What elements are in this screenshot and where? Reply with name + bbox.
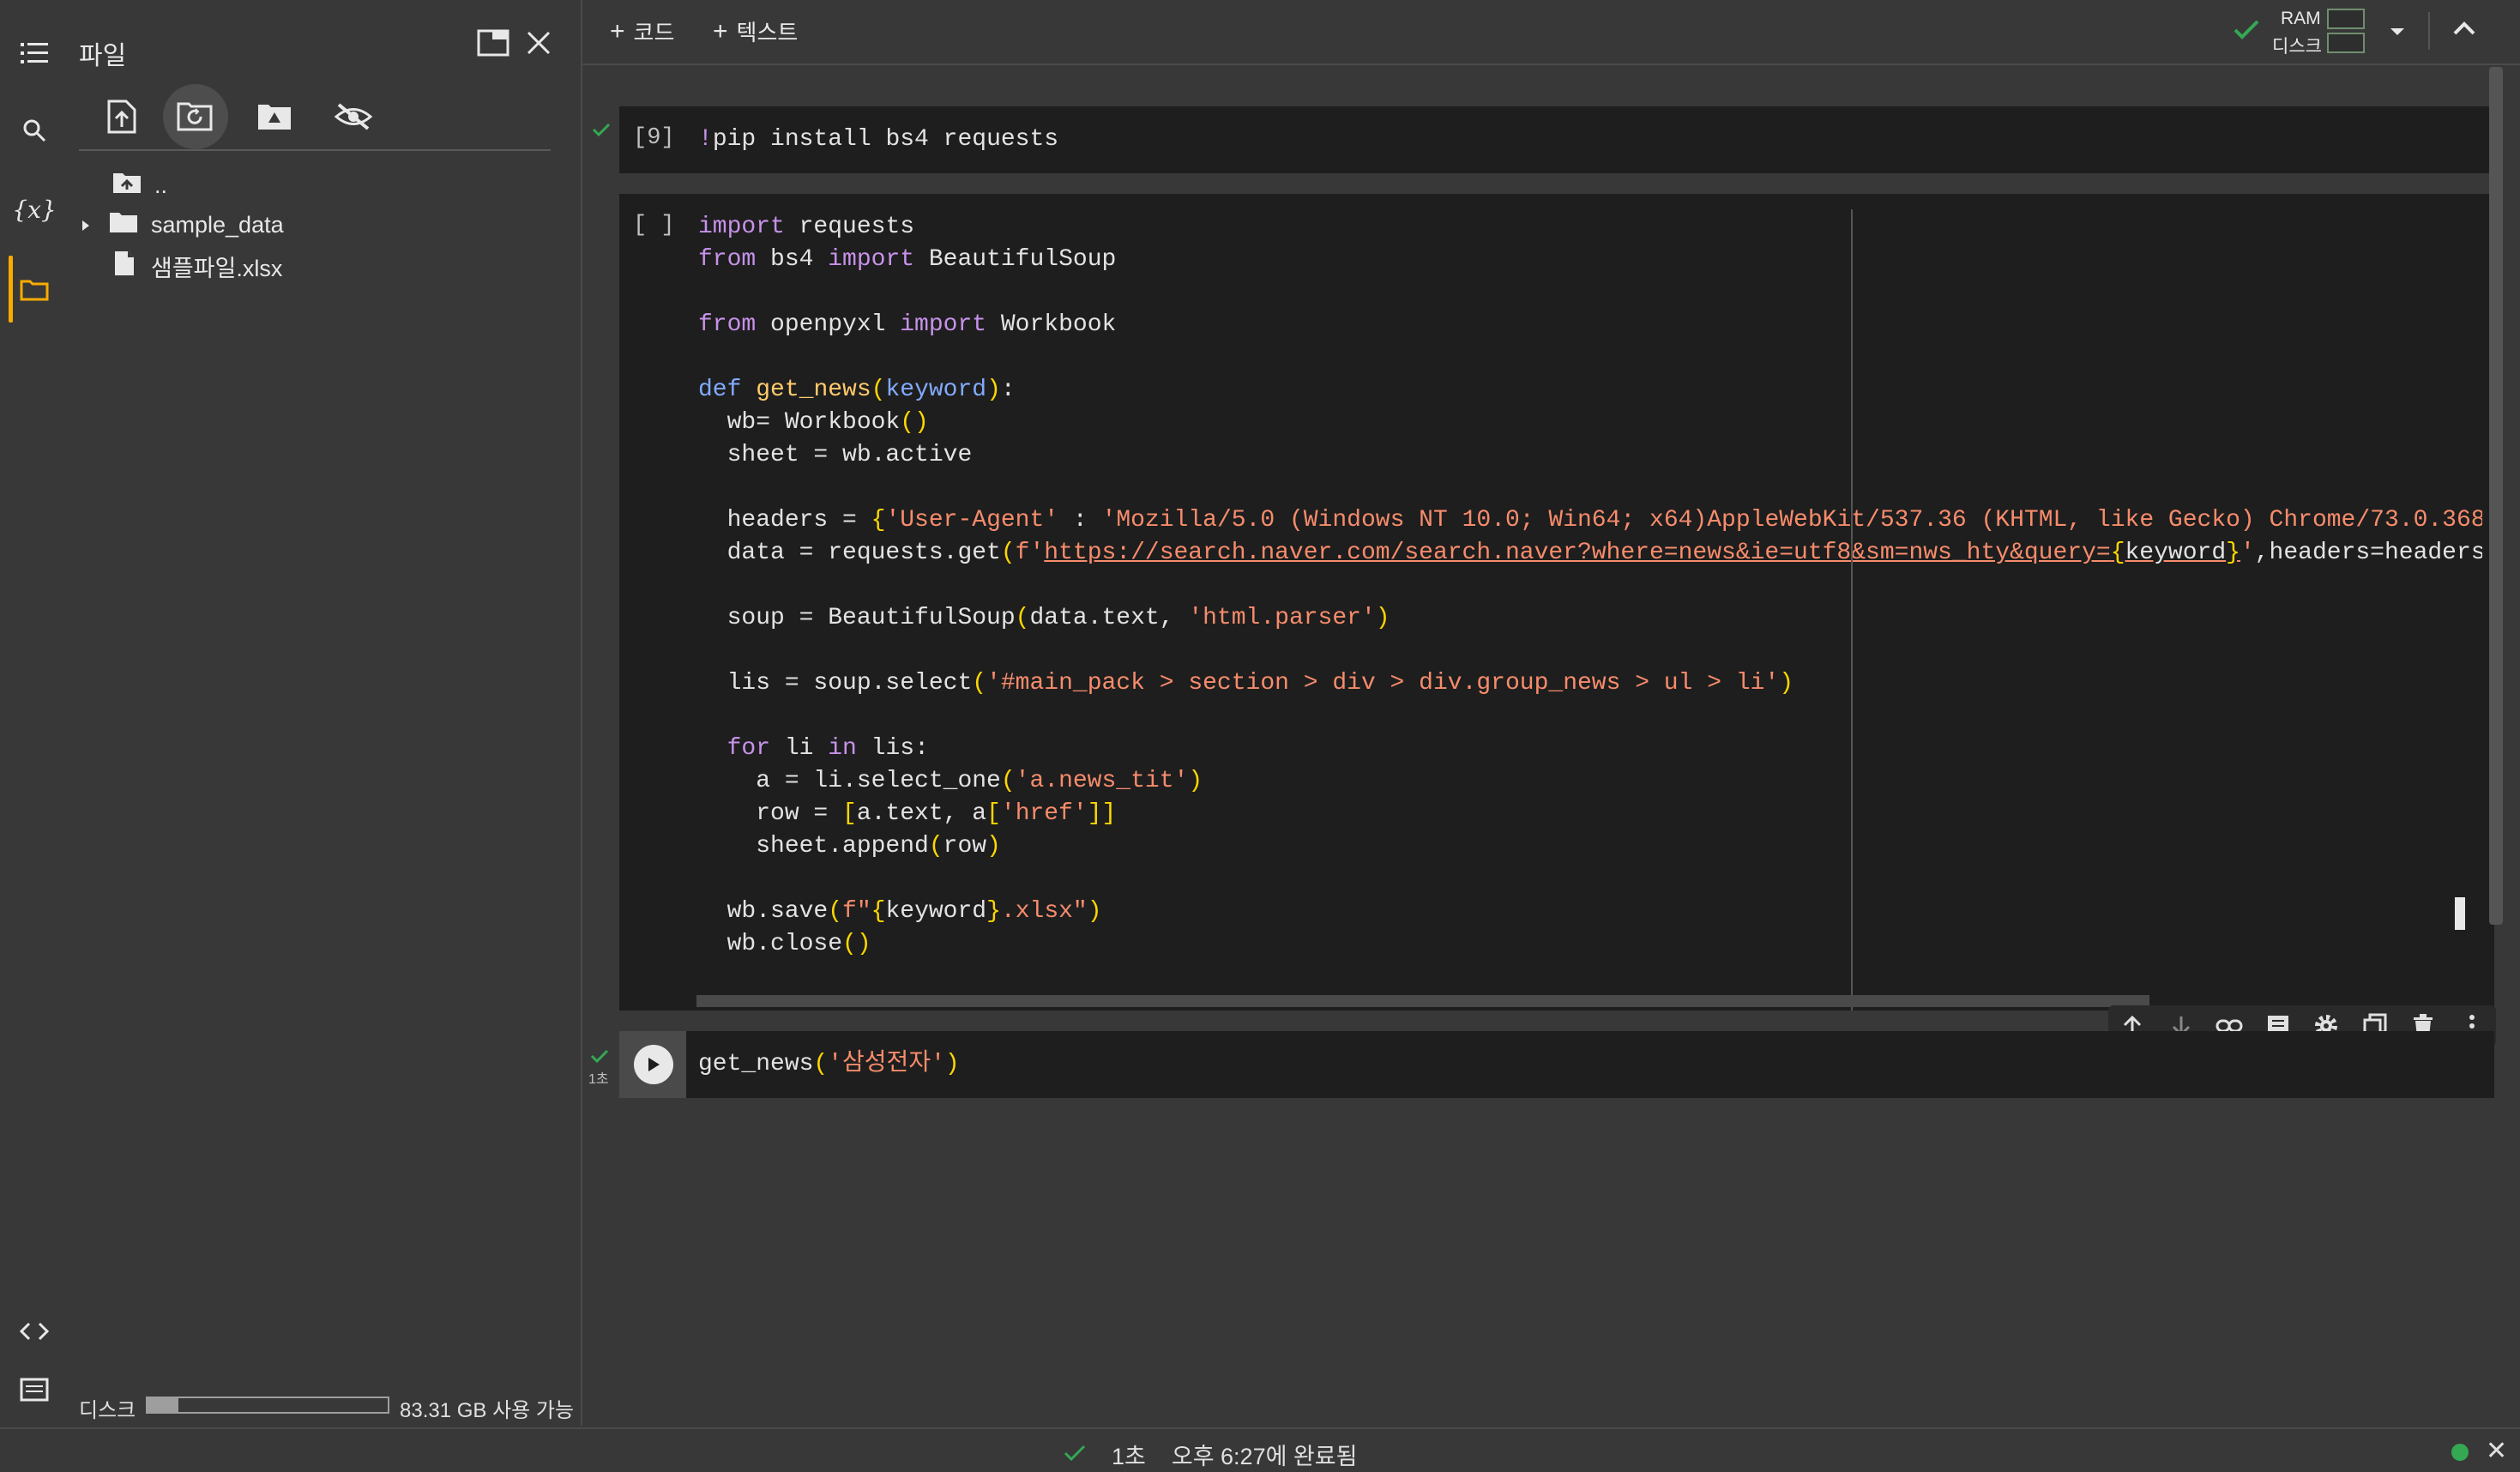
folder-icon (108, 210, 139, 240)
add-text-label: 텍스트 (736, 20, 799, 45)
code-cell-1[interactable]: [9] !pip install bs4 requests (619, 106, 2494, 173)
cell1-code[interactable]: !pip install bs4 requests (698, 124, 1058, 156)
disk-mini-bar (2327, 33, 2365, 53)
tree-item-label: 샘플파일.xlsx (151, 255, 283, 281)
tree-item-label: .. (154, 172, 168, 198)
expand-arrow-icon[interactable] (81, 212, 91, 238)
disk-usage-fill (148, 1398, 179, 1412)
variables-icon[interactable]: {x} (12, 190, 56, 228)
execution-count: [9] (633, 125, 675, 151)
search-icon[interactable] (15, 112, 53, 149)
close-icon[interactable] (525, 29, 552, 61)
cell1-code-text: pip install bs4 requests (712, 126, 1059, 153)
cell1-success-icon (592, 122, 611, 142)
parent-folder-icon (112, 171, 142, 201)
notebook-toolbar: + 코드 + 텍스트 RAM 디스크 (582, 0, 2520, 65)
code-cell-3[interactable]: get_news('삼성전자') (619, 1031, 2494, 1098)
toolbar-divider (79, 149, 551, 151)
cell3-code-fn: get_news (698, 1051, 814, 1077)
disk-mini-label[interactable]: 디스크 (2272, 33, 2322, 58)
open-in-tab-icon[interactable] (477, 29, 509, 61)
status-text-group: 1초 오후 6:27에 완료됨 (1064, 1438, 1357, 1471)
close-icon[interactable]: ✕ (2486, 1436, 2507, 1466)
disk-label: 디스크 (79, 1399, 136, 1422)
mount-drive-button[interactable] (242, 84, 307, 149)
folder-icon[interactable] (15, 271, 53, 309)
file-icon (113, 250, 136, 283)
code-snippets-icon[interactable] (15, 1312, 53, 1350)
collapse-icon[interactable] (2452, 21, 2476, 40)
cell3-code[interactable]: get_news('삼성전자') (698, 1048, 960, 1081)
disk-free-text: 83.31 GB 사용 가능 (400, 1399, 575, 1422)
add-code-label: 코드 (633, 20, 675, 45)
cell3-code-arg: '삼성전자' (828, 1051, 945, 1077)
ram-label[interactable]: RAM (2281, 9, 2321, 29)
text-cursor (2455, 897, 2465, 930)
panel-title: 파일 (79, 42, 127, 70)
status-completed: 오후 6:27에 완료됨 (1171, 1444, 1358, 1469)
tree-item-label: sample_data (151, 211, 284, 238)
cell3-success-icon (590, 1048, 609, 1068)
status-bar: 1초 오후 6:27에 완료됨 ✕ (0, 1427, 2520, 1472)
disk-usage-bar (146, 1397, 389, 1414)
files-panel: 파일 .. sample_data 샘플파일.xlsx 디스크 83.31 GB… (69, 0, 582, 1426)
status-indicator-dot (2451, 1444, 2469, 1461)
horizontal-scrollbar[interactable] (696, 995, 2149, 1007)
upload-file-button[interactable] (89, 84, 154, 149)
ram-bar (2327, 9, 2365, 29)
runtime-dropdown-icon[interactable] (2389, 26, 2406, 41)
ruler-line (1851, 209, 1853, 1010)
tree-item-parent[interactable]: .. (112, 166, 167, 204)
tree-item-file[interactable]: 샘플파일.xlsx (113, 247, 282, 285)
vertical-scrollbar[interactable] (2489, 67, 2503, 925)
execution-count: [ ] (633, 213, 675, 238)
refresh-button[interactable] (163, 84, 228, 149)
terminal-icon[interactable] (15, 1371, 53, 1409)
status-check-icon (1064, 1441, 1086, 1468)
run-cell-button[interactable] (634, 1045, 673, 1084)
toolbar-separator (2428, 12, 2430, 50)
hide-files-button[interactable] (321, 84, 386, 149)
table-of-contents-icon[interactable] (15, 34, 53, 72)
tree-item-sample-data[interactable]: sample_data (81, 206, 284, 244)
add-text-button[interactable]: + 텍스트 (713, 15, 798, 47)
add-code-button[interactable]: + 코드 (610, 15, 674, 47)
left-rail: {x} (0, 0, 69, 1426)
plus-icon: + (713, 16, 728, 45)
connected-check-icon (2233, 19, 2260, 45)
status-duration: 1초 (1112, 1444, 1146, 1469)
active-indicator (9, 256, 13, 323)
plus-icon: + (610, 16, 625, 45)
cell2-code[interactable]: import requests from bs4 import Beautifu… (698, 211, 2482, 961)
cell3-exec-time: 1초 (588, 1072, 609, 1087)
code-cell-2[interactable]: [ ] import requests from bs4 import Beau… (619, 194, 2494, 1010)
